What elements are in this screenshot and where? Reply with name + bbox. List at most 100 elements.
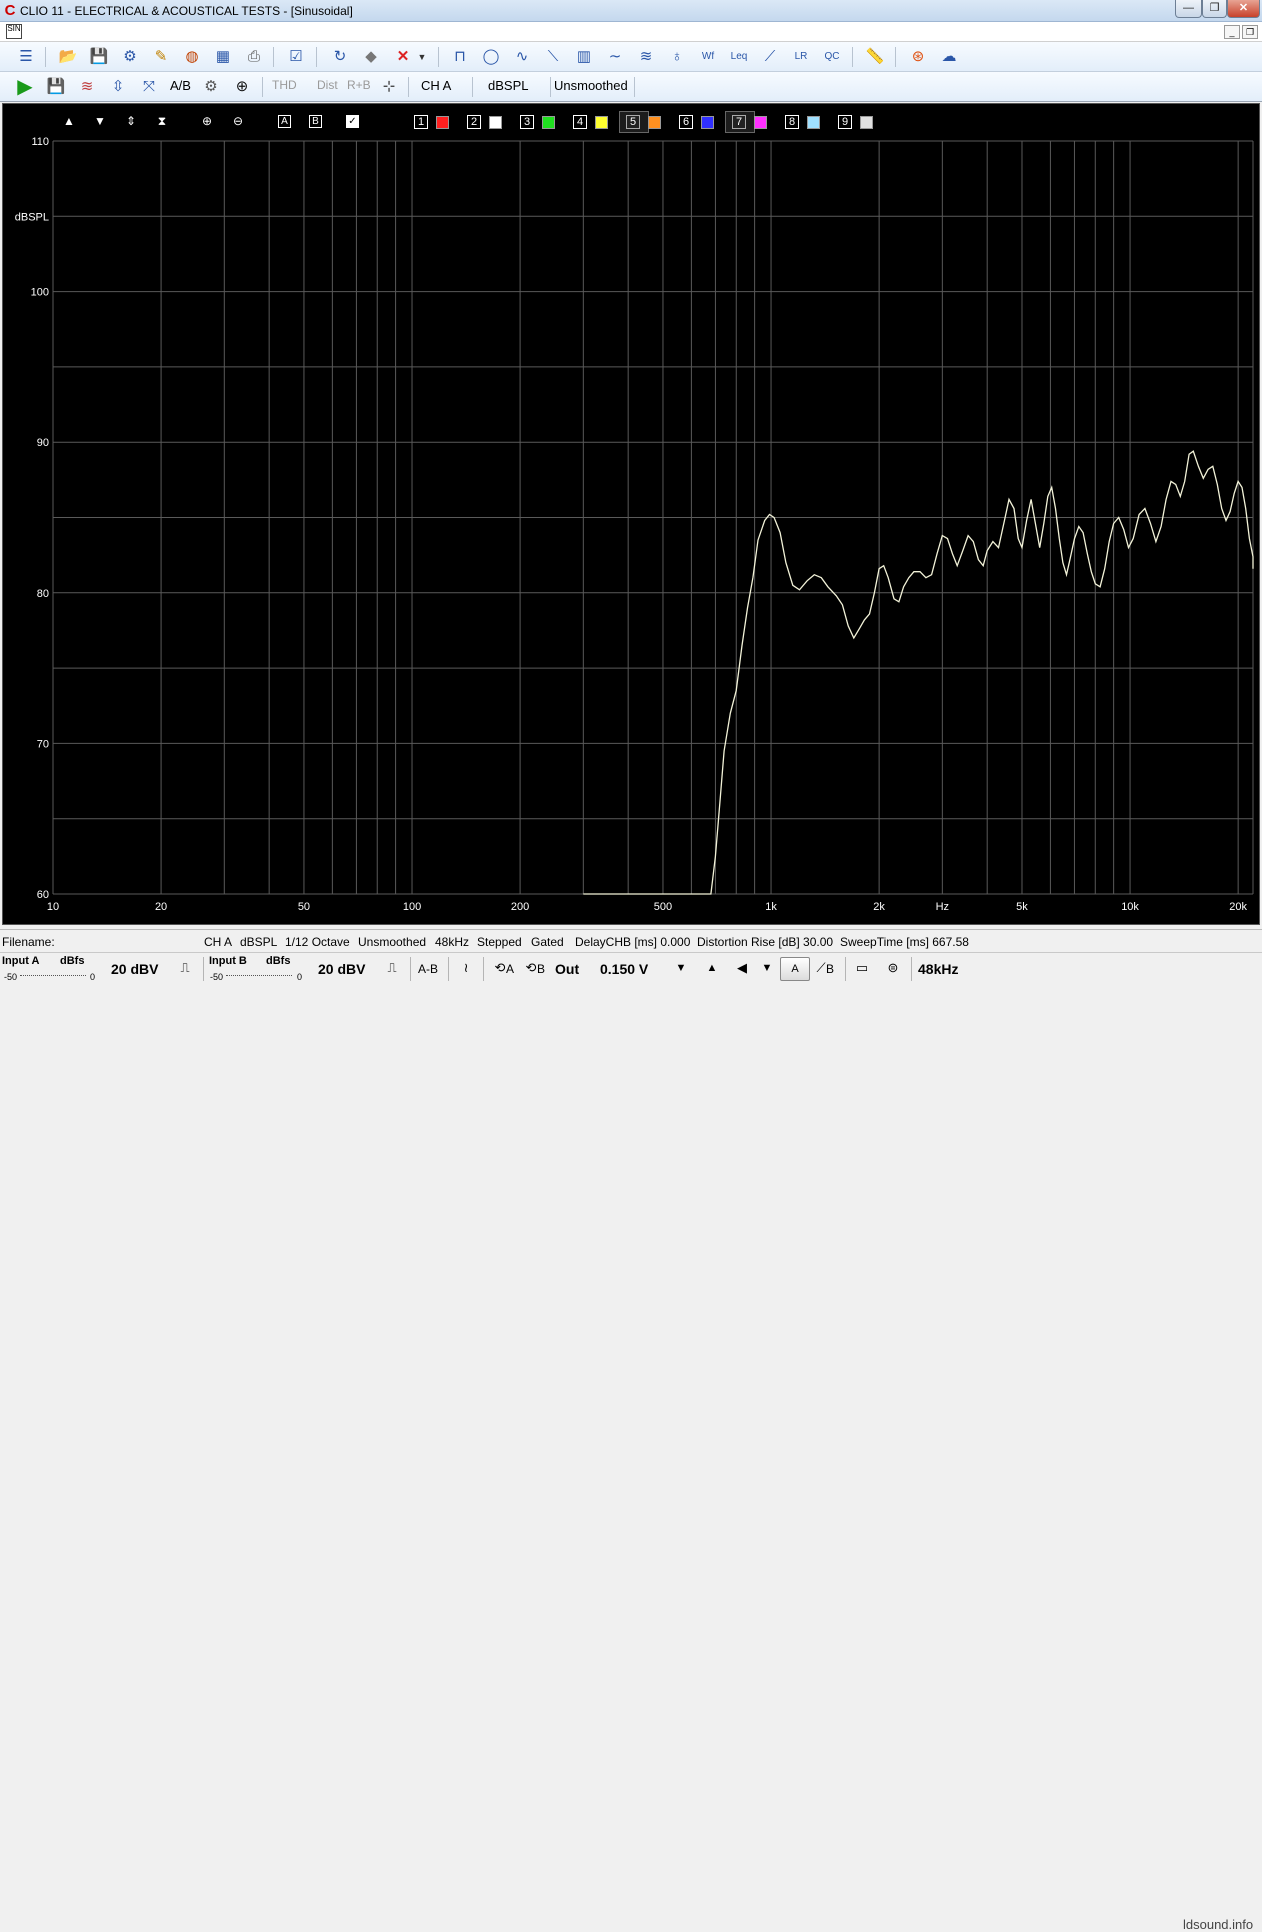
fft-icon[interactable]: ◯	[480, 46, 502, 68]
mls-icon[interactable]: ⊓	[449, 46, 471, 68]
mdi-restore-button[interactable]: ❐	[1242, 25, 1258, 39]
sine-wave-icon[interactable]: ∼	[604, 46, 626, 68]
lr-icon[interactable]: LR	[790, 46, 812, 68]
mdi-minimize-button[interactable]: _	[1224, 25, 1240, 39]
split-icon[interactable]: ⊹	[378, 76, 400, 98]
zoom-fit-icon[interactable]: ⤧	[138, 76, 160, 98]
toolbar-separator	[472, 77, 473, 97]
output-level-dropdown-icon[interactable]: ▼	[672, 959, 690, 977]
output-level-up-icon[interactable]: ▲	[703, 959, 721, 977]
status-delay: DelayCHB [ms] 0.000	[575, 935, 691, 949]
dist-button[interactable]: Dist	[317, 78, 338, 92]
window-title: CLIO 11 - ELECTRICAL & ACOUSTICAL TESTS …	[20, 4, 353, 18]
frequency-response-plot[interactable]: 10 20 50 100 200 500 1k 2k 5k 10k 20k 60 70 80 90 100 11…	[3, 104, 1259, 924]
bar-separator	[448, 957, 449, 981]
settings-save-icon[interactable]: ⚙	[119, 46, 141, 68]
channel-select[interactable]: CH A	[421, 78, 451, 93]
calendar-icon[interactable]: ▦	[212, 46, 234, 68]
sample-rate[interactable]: 48kHz	[918, 961, 958, 977]
delete-icon[interactable]: ✕	[392, 46, 414, 68]
ruler-icon[interactable]: 📏	[864, 46, 886, 68]
ab-toggle[interactable]: A/B	[170, 78, 191, 93]
chart-area[interactable]: ▲ ▼ ⇕ ⧗ ⊕ ⊖ A B ✓ 1 2 3 4 5 6 7 8 9 10 20…	[2, 103, 1260, 925]
marker-icon[interactable]: ⇳	[107, 76, 129, 98]
device-icon[interactable]: ▭	[853, 959, 871, 977]
input-a-trigger-icon[interactable]: ⎍	[176, 959, 194, 977]
speaker-icon[interactable]: ◀	[733, 959, 751, 977]
output-level[interactable]: 0.150 V	[600, 961, 648, 977]
toolbar-separator	[273, 47, 274, 67]
input-a-label: Input A	[2, 955, 40, 967]
status-unit: dBSPL	[240, 935, 278, 949]
dropdown-arrow-icon[interactable]: ▼	[416, 46, 428, 68]
loop-b-label[interactable]: B	[537, 962, 545, 976]
close-button[interactable]: ✕	[1227, 0, 1260, 18]
menu-icon[interactable]: ☰	[15, 46, 37, 68]
impulse-icon[interactable]: ⟍	[542, 46, 564, 68]
unit-select[interactable]: dBSPL	[488, 78, 528, 93]
title-bar: C CLIO 11 - ELECTRICAL & ACOUSTICAL TEST…	[0, 0, 1262, 22]
y-tick-label: 90	[37, 437, 49, 449]
select-a-button[interactable]: A	[780, 957, 810, 981]
toolbar-separator	[438, 47, 439, 67]
x-tick-label: 5k	[1016, 901, 1028, 913]
play-icon[interactable]: ▶	[14, 76, 36, 98]
rb-button[interactable]: R+B	[347, 78, 371, 92]
color-icon[interactable]: ◍	[181, 46, 203, 68]
web-icon[interactable]: ☁	[938, 46, 960, 68]
input-b-trigger-icon[interactable]: ⎍	[383, 959, 401, 977]
select-a-label: A	[791, 963, 799, 975]
clio-app-icon[interactable]: C	[2, 3, 18, 19]
minimize-button[interactable]: —	[1175, 0, 1202, 18]
select-b-label[interactable]: B	[826, 962, 834, 976]
slope-icon[interactable]: ⟋	[759, 46, 781, 68]
y-tick-label: 100	[31, 287, 49, 299]
x-tick-label: 100	[403, 901, 421, 913]
sinusoidal-window-icon[interactable]: SIN	[6, 24, 22, 39]
drum-icon[interactable]: ⊜	[884, 959, 902, 977]
refresh-icon[interactable]: ↻	[329, 46, 351, 68]
microphone-probe-icon[interactable]: ⊕	[231, 76, 253, 98]
settings-gear-icon[interactable]: ⚙	[200, 76, 222, 98]
y-tick-label: 80	[37, 588, 49, 600]
x-tick-label: 50	[298, 901, 310, 913]
spectrum-icon[interactable]: ≋	[76, 76, 98, 98]
status-sweep: SweepTime [ms] 667.58	[840, 935, 969, 949]
checklist-icon[interactable]: ☑	[285, 46, 307, 68]
bar-separator	[203, 957, 204, 981]
print-icon[interactable]: ⎙	[243, 46, 265, 68]
save-a-icon[interactable]: 💾	[45, 76, 67, 98]
edit-icon[interactable]: ✎	[150, 46, 172, 68]
bar-separator	[845, 957, 846, 981]
signal-icon[interactable]: ≀	[457, 959, 475, 977]
waterfall-icon[interactable]: ▥	[573, 46, 595, 68]
sinusoidal-icon[interactable]: ∿	[511, 46, 533, 68]
qc-icon[interactable]: QC	[821, 46, 843, 68]
save-icon[interactable]: 💾	[88, 46, 110, 68]
input-b-range[interactable]: 20 dBV	[318, 961, 365, 977]
open-folder-icon[interactable]: 📂	[57, 46, 79, 68]
bar-separator	[483, 957, 484, 981]
smoothing-select[interactable]: Unsmoothed	[554, 78, 628, 93]
a-minus-b-button[interactable]: A-B	[418, 962, 438, 976]
maximize-button[interactable]: ❐	[1202, 0, 1227, 18]
y-tick-label: 60	[37, 889, 49, 901]
eraser-icon[interactable]: ◆	[360, 46, 382, 68]
leq-icon[interactable]: Leq	[728, 46, 750, 68]
output-label: Out	[555, 961, 580, 977]
wf-icon[interactable]: Wf	[697, 46, 719, 68]
input-a-range[interactable]: 20 dBV	[111, 961, 158, 977]
input-a-meter-max: 0	[90, 972, 96, 982]
input-a-meter-min: -50	[4, 972, 18, 982]
wave-icon[interactable]: ≋	[635, 46, 657, 68]
speaker-dropdown-icon[interactable]: ▼	[758, 959, 776, 977]
thd-button[interactable]: THD	[272, 78, 297, 92]
status-distortion: Distortion Rise [dB] 30.00	[697, 935, 834, 949]
help-icon[interactable]: ⊛	[907, 46, 929, 68]
bar-separator	[410, 957, 411, 981]
loop-a-label[interactable]: A	[506, 962, 514, 976]
measurement-toolbar: ▶ 💾 ≋ ⇳ ⤧ A/B ⚙ ⊕ THD Dist R+B ⊹ CH A dB…	[0, 72, 1262, 102]
microphone-icon[interactable]: ♁	[666, 46, 688, 68]
y-axis-label: dBSPL	[15, 211, 49, 223]
status-octave: 1/12 Octave	[285, 935, 350, 949]
